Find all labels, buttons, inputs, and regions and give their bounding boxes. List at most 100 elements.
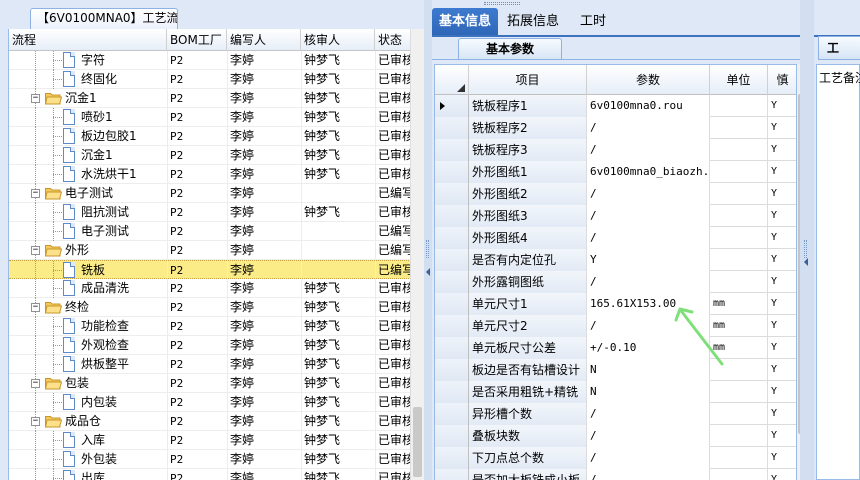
- parameter-value-cell[interactable]: 6v0100mna0.rou: [587, 95, 710, 117]
- tab-work-hours[interactable]: 工时: [568, 8, 618, 35]
- parameter-row[interactable]: 是否加大板铣成小板 / Y: [435, 469, 796, 480]
- parameter-row[interactable]: 外形露铜图纸 / Y: [435, 271, 796, 293]
- parameter-row[interactable]: 叠板块数 / Y: [435, 425, 796, 447]
- parameter-value-cell[interactable]: /: [587, 117, 710, 139]
- collapse-toggle-icon[interactable]: −: [31, 379, 40, 388]
- column-header-process[interactable]: 流程: [9, 29, 167, 51]
- tree-group-row[interactable]: − 沉金1 P2 李婷 钟梦飞 已审核: [9, 89, 410, 108]
- tree-grid-scroll-thumb[interactable]: [413, 407, 422, 477]
- row-selector[interactable]: [435, 117, 469, 139]
- process-flow-tab[interactable]: 【6V0100MNA0】工艺流程: [30, 8, 178, 29]
- tree-grid-vertical-scrollbar[interactable]: [410, 29, 424, 480]
- tree-group-row[interactable]: − 包装 P2 李婷 钟梦飞 已审核: [9, 374, 410, 393]
- row-indicator-header[interactable]: [435, 65, 469, 95]
- select-all-corner-icon[interactable]: [457, 84, 465, 92]
- row-selector[interactable]: [435, 271, 469, 293]
- tree-step-row[interactable]: 烘板整平 P2 李婷 钟梦飞 已审核: [9, 355, 410, 374]
- parameter-value-cell[interactable]: /: [587, 271, 710, 293]
- row-selector[interactable]: [435, 447, 469, 469]
- collapse-toggle-icon[interactable]: −: [31, 303, 40, 312]
- parameter-row[interactable]: 是否采用粗铣+精铣 N Y: [435, 381, 796, 403]
- collapse-right-arrow-icon[interactable]: [804, 258, 808, 266]
- column-header-bom[interactable]: BOM工厂: [167, 29, 227, 51]
- tree-step-row[interactable]: 阻抗测试 P2 李婷 钟梦飞 已审核: [9, 203, 410, 222]
- parameter-row[interactable]: 铣板程序2/ Y: [435, 117, 796, 139]
- parameter-value-cell[interactable]: /: [587, 447, 710, 469]
- tab-basic-info[interactable]: 基本信息: [432, 8, 498, 35]
- top-drag-grip[interactable]: [484, 2, 520, 5]
- parameter-row[interactable]: 下刀点总个数 / Y: [435, 447, 796, 469]
- row-selector[interactable]: [435, 95, 469, 117]
- row-selector[interactable]: [435, 227, 469, 249]
- tree-step-row[interactable]: 出库 P2 李婷 钟梦飞 已审核: [9, 469, 410, 480]
- column-header-reviewer[interactable]: 核审人: [301, 29, 375, 51]
- collapse-toggle-icon[interactable]: −: [31, 94, 40, 103]
- collapse-left-arrow-icon[interactable]: [426, 268, 430, 276]
- tree-group-row[interactable]: − 终检 P2 李婷 钟梦飞 已审核: [9, 298, 410, 317]
- collapse-toggle-icon[interactable]: −: [31, 189, 40, 198]
- row-selector[interactable]: [435, 315, 469, 337]
- row-selector[interactable]: [435, 359, 469, 381]
- column-header-flag[interactable]: 慎: [768, 65, 796, 95]
- parameter-value-cell[interactable]: /: [587, 205, 710, 227]
- parameter-value-cell[interactable]: /: [587, 183, 710, 205]
- column-header-item[interactable]: 项目: [469, 65, 587, 95]
- splitter-grip[interactable]: [426, 240, 429, 258]
- tree-step-row[interactable]: 水洗烘干1 P2 李婷 钟梦飞 已审核: [9, 165, 410, 184]
- tree-step-row[interactable]: 沉金1 P2 李婷 钟梦飞 已审核: [9, 146, 410, 165]
- row-selector[interactable]: [435, 205, 469, 227]
- tree-step-row[interactable]: 喷砂1 P2 李婷 钟梦飞 已审核: [9, 108, 410, 127]
- row-selector[interactable]: [435, 469, 469, 480]
- collapse-toggle-icon[interactable]: −: [31, 417, 40, 426]
- parameter-value-cell[interactable]: /: [587, 315, 710, 337]
- parameter-value-cell[interactable]: /: [587, 139, 710, 161]
- parameter-row[interactable]: 外形图纸2/ Y: [435, 183, 796, 205]
- parameter-value-cell[interactable]: 165.61X153.00: [587, 293, 710, 315]
- tree-step-row[interactable]: 铣板 P2 李婷 已编写: [9, 260, 410, 280]
- parameter-value-cell[interactable]: N: [587, 381, 710, 403]
- process-remarks-tab[interactable]: 工: [818, 36, 860, 60]
- tree-group-row[interactable]: − 成品仓 P2 李婷 钟梦飞 已审核: [9, 412, 410, 431]
- parameter-value-cell[interactable]: /: [587, 425, 710, 447]
- panel-splitter[interactable]: [424, 0, 432, 480]
- parameter-row[interactable]: 单元尺寸1 165.61X153.00 mm Y: [435, 293, 796, 315]
- row-selector[interactable]: [435, 425, 469, 447]
- row-selector[interactable]: [435, 249, 469, 271]
- parameter-row[interactable]: 铣板程序3/ Y: [435, 139, 796, 161]
- right-panel-splitter[interactable]: [800, 0, 814, 480]
- tree-step-row[interactable]: 成品清洗 P2 李婷 钟梦飞 已审核: [9, 279, 410, 298]
- tree-group-row[interactable]: − 电子测试 P2 李婷 已编写: [9, 184, 410, 203]
- tree-step-row[interactable]: 外观检查 P2 李婷 钟梦飞 已审核: [9, 336, 410, 355]
- tree-step-row[interactable]: 字符 P2 李婷 钟梦飞 已审核: [9, 51, 410, 70]
- tree-step-row[interactable]: 板边包胶1 P2 李婷 钟梦飞 已审核: [9, 127, 410, 146]
- column-header-writer[interactable]: 编写人: [227, 29, 301, 51]
- tree-step-row[interactable]: 电子测试 P2 李婷 已编写: [9, 222, 410, 241]
- row-selector[interactable]: [435, 381, 469, 403]
- parameter-value-cell[interactable]: /: [587, 227, 710, 249]
- parameter-row[interactable]: 是否有内定位孔 Y Y: [435, 249, 796, 271]
- parameter-row[interactable]: 异形槽个数 / Y: [435, 403, 796, 425]
- column-header-parameter[interactable]: 参数: [587, 65, 710, 95]
- tree-group-row[interactable]: − 外形 P2 李婷 已编写: [9, 241, 410, 260]
- tree-step-row[interactable]: 入库 P2 李婷 钟梦飞 已审核: [9, 431, 410, 450]
- tab-extended-info[interactable]: 拓展信息: [498, 8, 568, 35]
- right-splitter-grip[interactable]: [804, 240, 807, 258]
- parameter-row[interactable]: 铣板程序1 6v0100mna0.rou Y: [435, 95, 796, 117]
- tree-step-row[interactable]: 外包装 P2 李婷 钟梦飞 已审核: [9, 450, 410, 469]
- tree-step-row[interactable]: 功能检查 P2 李婷 钟梦飞 已审核: [9, 317, 410, 336]
- parameter-value-cell[interactable]: /: [587, 403, 710, 425]
- parameter-row[interactable]: 外形图纸3/ Y: [435, 205, 796, 227]
- row-selector[interactable]: [435, 183, 469, 205]
- parameter-value-cell[interactable]: /: [587, 469, 710, 480]
- parameter-value-cell[interactable]: 6v0100mna0_biaozh...: [587, 161, 710, 183]
- tree-step-row[interactable]: 终固化 P2 李婷 钟梦飞 已审核: [9, 70, 410, 89]
- collapse-toggle-icon[interactable]: −: [31, 246, 40, 255]
- parameter-row[interactable]: 单元板尺寸公差 +/-0.10 mm Y: [435, 337, 796, 359]
- parameter-row[interactable]: 单元尺寸2/mm Y: [435, 315, 796, 337]
- column-header-unit[interactable]: 单位: [710, 65, 768, 95]
- parameter-row[interactable]: 板边是否有钻槽设计 N Y: [435, 359, 796, 381]
- parameter-row[interactable]: 外形图纸4/ Y: [435, 227, 796, 249]
- tree-step-row[interactable]: 内包装 P2 李婷 钟梦飞 已审核: [9, 393, 410, 412]
- row-selector[interactable]: [435, 293, 469, 315]
- row-selector[interactable]: [435, 337, 469, 359]
